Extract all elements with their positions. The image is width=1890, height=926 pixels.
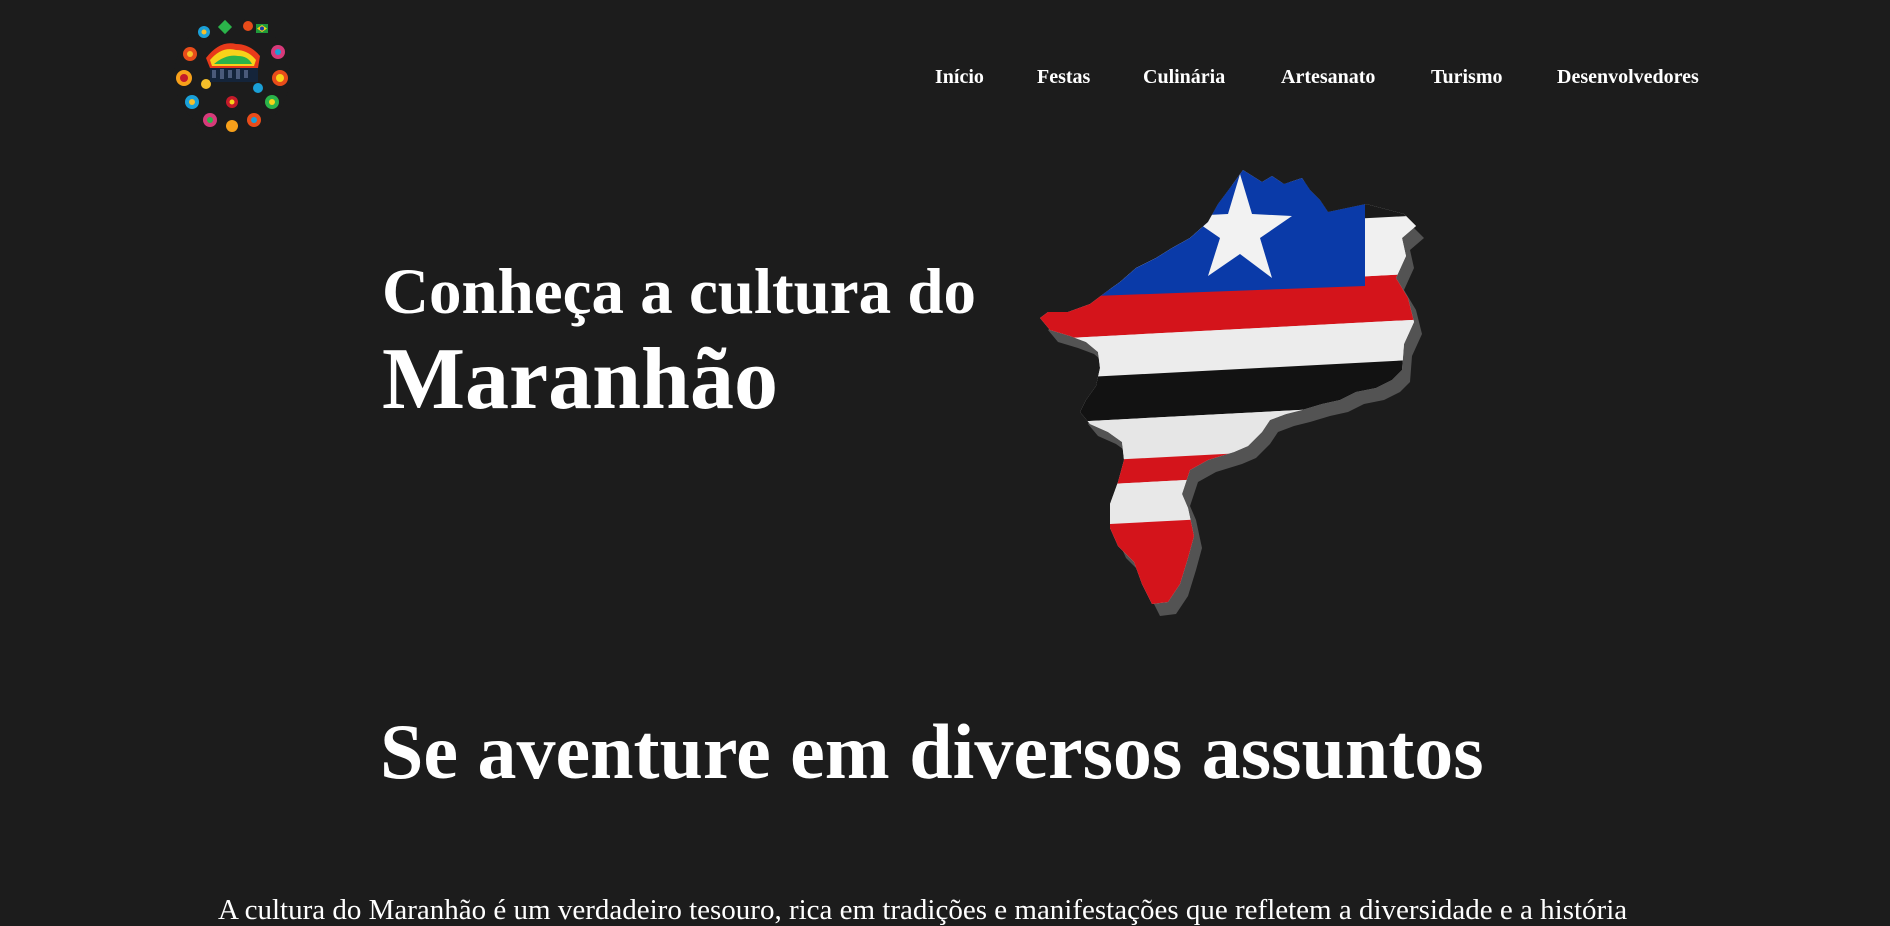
section-title: Se aventure em diversos assuntos [380,708,1484,795]
nav-link-turismo[interactable]: Turismo [1431,66,1503,89]
nav-link-culinaria[interactable]: Culinária [1143,66,1225,89]
hero-title-line2: Maranhão [382,331,778,428]
hero-title-line1: Conheça a cultura do [382,256,977,328]
nav-link-inicio[interactable]: Início [935,66,984,89]
nav-link-artesanato[interactable]: Artesanato [1281,66,1375,89]
maranhao-flag-map [1040,164,1480,634]
intro-paragraph: A cultura do Maranhão é um verdadeiro te… [218,894,1628,926]
main-nav: Início Festas Culinária Artesanato Turis… [0,66,1890,92]
maranhao-flag-map-icon [1040,170,1424,616]
nav-link-desenvolvedores[interactable]: Desenvolvedores [1557,66,1699,89]
nav-link-festas[interactable]: Festas [1037,66,1090,89]
